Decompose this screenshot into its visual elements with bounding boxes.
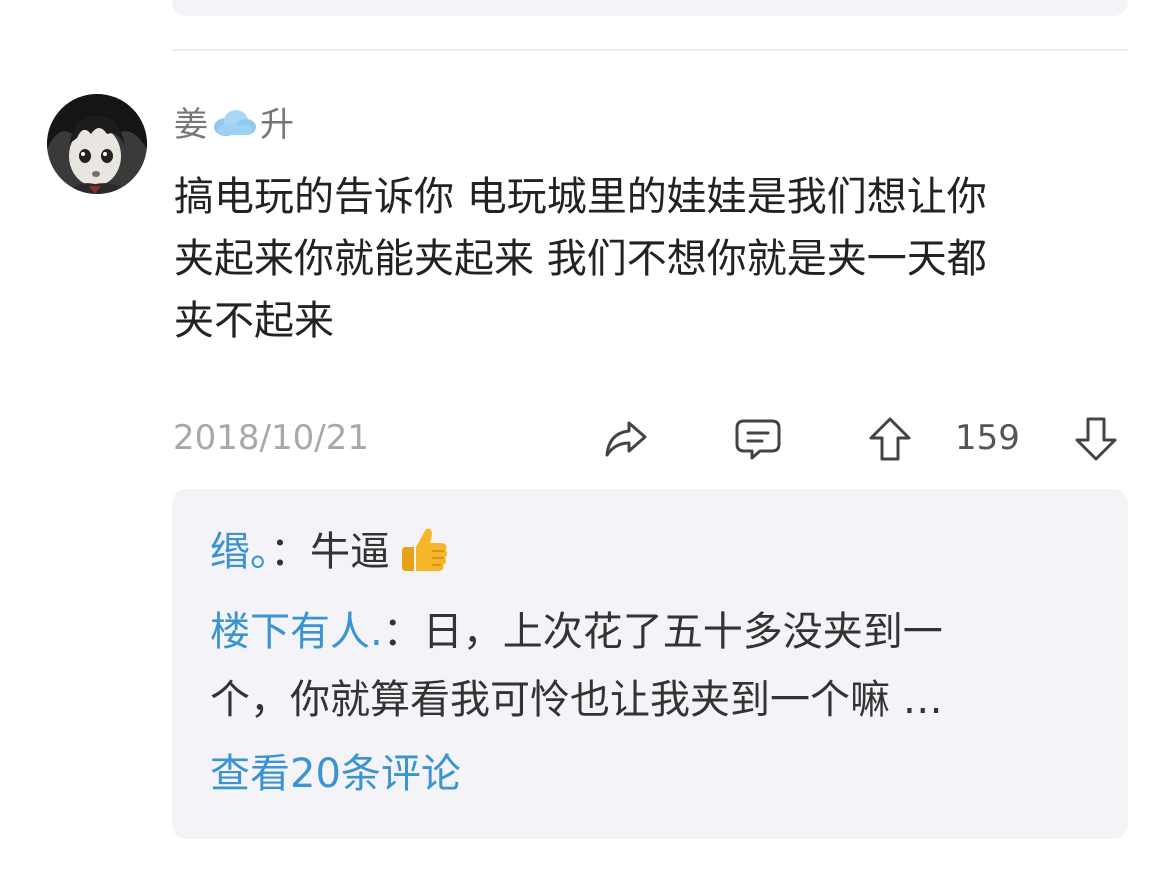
reply-text: 日，上次花了五十多没夹到一 [422, 609, 943, 655]
share-arrow-icon [605, 421, 647, 457]
reply-text: 个，你就算看我可怜也让我夹到一个嘛 … [210, 677, 943, 723]
view-all-replies-link[interactable]: 查看20条评论 [210, 739, 461, 809]
comment-line: 搞电玩的告诉你 电玩城里的娃娃是我们想让你 [174, 174, 987, 220]
arrow-down-icon [1075, 417, 1117, 461]
previous-reply-card [172, 0, 1128, 16]
reply-separator: ： [270, 529, 310, 575]
reply-separator: ： [382, 609, 423, 655]
reply-item[interactable]: 楼下有人.：日，上次花了五十多没夹到一 [210, 597, 943, 667]
upvote-button[interactable] [864, 414, 916, 464]
comment-bubble-icon [735, 419, 781, 460]
username-text-2: 升 [260, 105, 294, 145]
avatar[interactable] [47, 94, 147, 194]
comment-line: 夹起来你就能夹起来 我们不想你就是夹一天都 [174, 236, 987, 282]
vote-count: 159 [955, 418, 1020, 458]
reply-item-continued[interactable]: 个，你就算看我可怜也让我夹到一个嘛 … [210, 665, 943, 735]
cloud-icon [210, 105, 258, 139]
downvote-button[interactable] [1070, 414, 1122, 464]
reply-button[interactable] [732, 414, 784, 464]
anime-boy-avatar-icon [47, 94, 147, 194]
reply-author[interactable]: 缗。 [210, 529, 270, 575]
comment-divider [172, 49, 1128, 51]
thumbs-up-icon [398, 523, 450, 575]
comment-date: 2018/10/21 [173, 418, 369, 458]
arrow-up-icon [869, 417, 911, 461]
reply-author[interactable]: 楼下有人. [210, 609, 383, 655]
comment-body: 搞电玩的告诉你 电玩城里的娃娃是我们想让你 夹起来你就能夹起来 我们不想你就是夹… [174, 166, 1104, 352]
comment-line: 夹不起来 [174, 298, 334, 344]
username-text-1: 姜 [174, 105, 208, 145]
reply-preview-box[interactable]: 缗。：牛逼 楼下有人.：日，上次花了五十多没夹到一 个，你就算看我可怜也让我夹到… [172, 489, 1128, 839]
reply-text: 牛逼 [310, 529, 390, 575]
reply-item[interactable]: 缗。：牛逼 [210, 517, 450, 587]
share-button[interactable] [600, 414, 652, 464]
comment-username[interactable]: 姜 升 [174, 97, 294, 146]
